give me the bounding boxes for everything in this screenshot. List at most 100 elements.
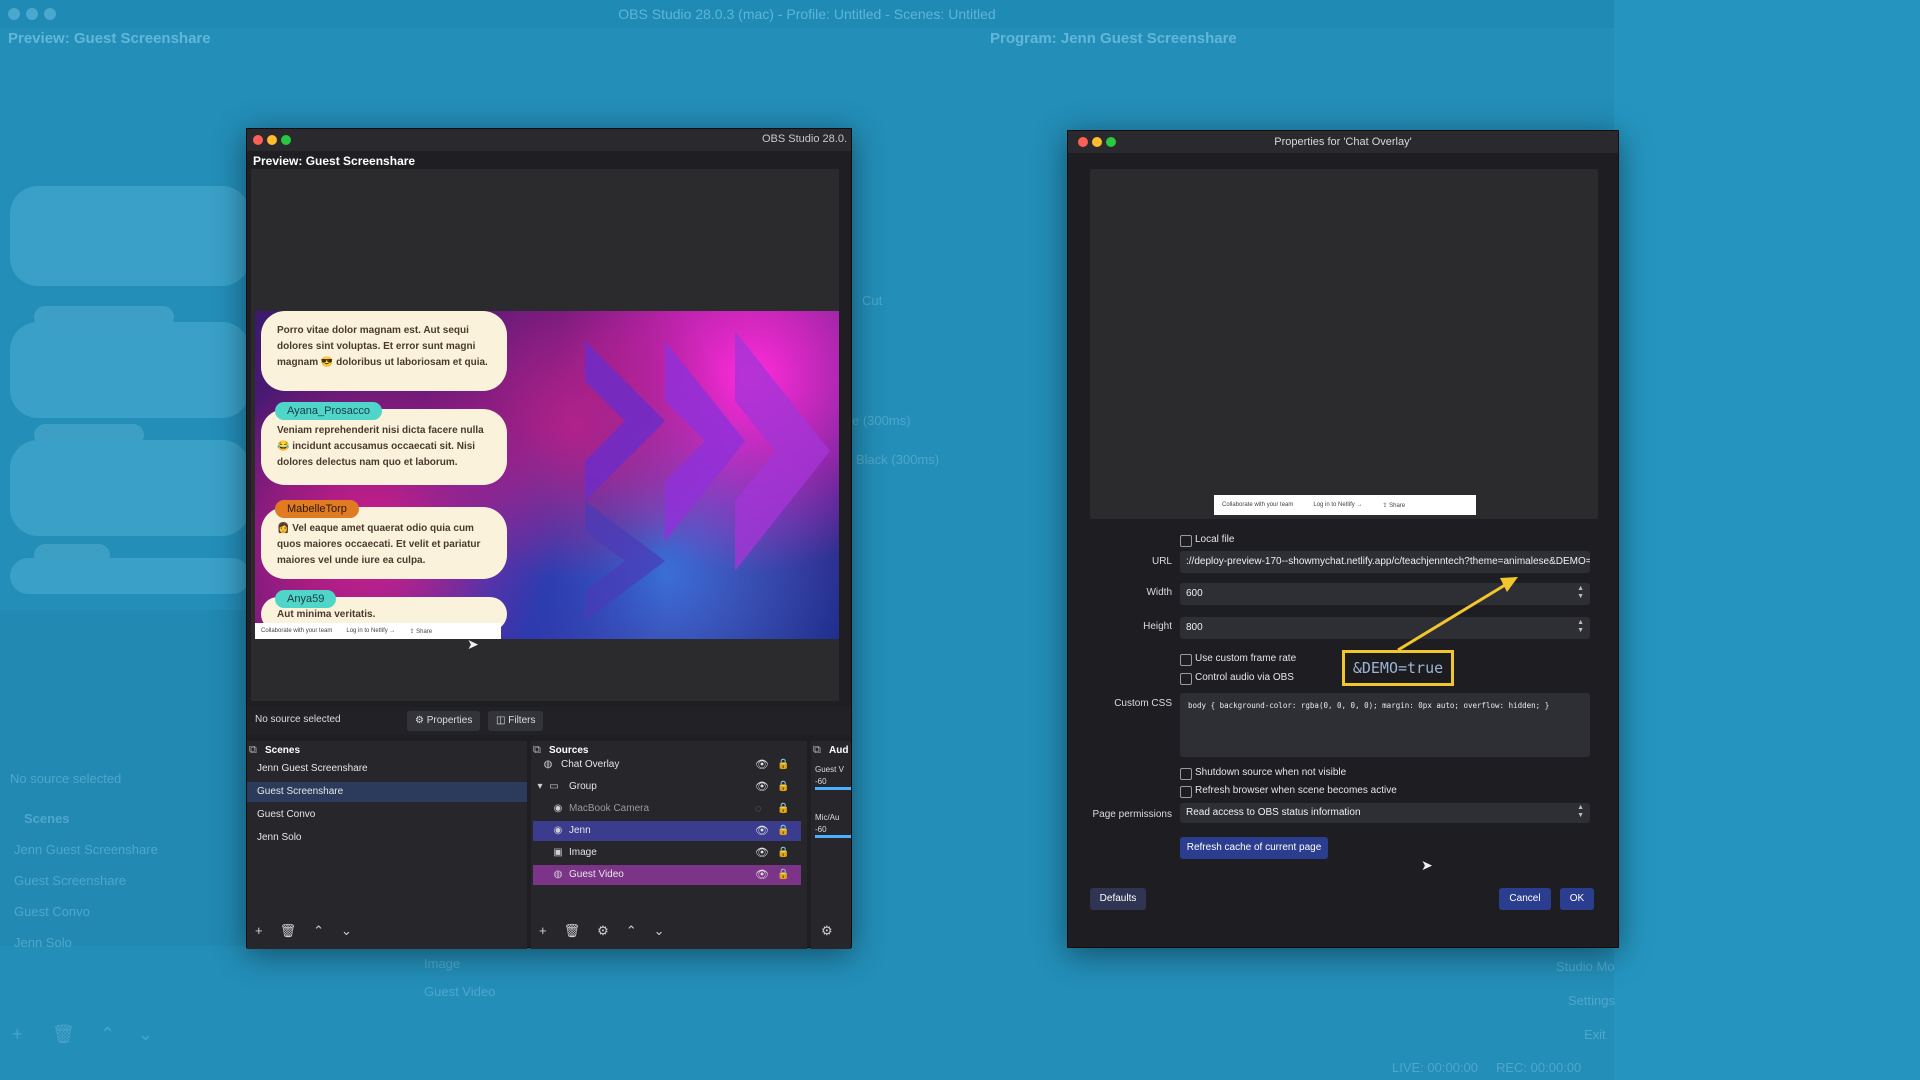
- minimize-button[interactable]: [267, 135, 277, 145]
- netlify-login-link: Log in to Netlify →: [1313, 502, 1363, 508]
- source-row[interactable]: ◍ Guest Video 👁 🔒: [533, 865, 801, 885]
- eye-icon[interactable]: 👁: [755, 755, 769, 775]
- source-row[interactable]: ◉ Jenn 👁 🔒: [533, 821, 801, 841]
- background-chat-bubble: [10, 558, 250, 594]
- mouse-cursor: ➤: [467, 636, 479, 652]
- audio-meter: [815, 787, 851, 790]
- add-icon[interactable]: +: [255, 923, 263, 938]
- dock-icon: ⧉: [249, 744, 257, 756]
- audio-header: Aud: [829, 745, 849, 756]
- page-permissions-label: Page permissions: [1092, 809, 1172, 820]
- globe-icon: ◍: [553, 869, 563, 880]
- background-settings: Settings: [1568, 993, 1615, 1008]
- eye-icon[interactable]: 👁: [755, 843, 769, 863]
- custom-fps-checkbox[interactable]: Use custom frame rate: [1180, 653, 1296, 666]
- scene-item[interactable]: Jenn Guest Screenshare: [247, 759, 527, 779]
- background-scenes-header: Scenes: [24, 811, 70, 826]
- ok-button[interactable]: OK: [1560, 888, 1594, 910]
- source-label: Group: [569, 781, 597, 792]
- height-input[interactable]: 800 ▲ ▼: [1180, 617, 1590, 639]
- source-preview: Collaborate with your team Log in to Net…: [1090, 169, 1598, 519]
- source-row[interactable]: ▾ ▭ Group 👁 🔒: [533, 777, 801, 797]
- move-up-icon[interactable]: ⌃: [313, 923, 324, 939]
- source-row[interactable]: ▣ Image 👁 🔒: [533, 843, 801, 863]
- properties-button[interactable]: ⚙ Properties: [407, 711, 481, 731]
- preview-canvas[interactable]: Porro vitae dolor magnam est. Aut sequi …: [251, 169, 839, 701]
- background-transition: e (300ms): [852, 413, 911, 428]
- audio-level: -60: [815, 825, 827, 834]
- share-button[interactable]: ⇪ Share: [409, 628, 432, 635]
- local-file-checkbox[interactable]: Local file: [1180, 534, 1234, 547]
- filters-button[interactable]: ◫ Filters: [488, 711, 544, 731]
- folder-icon: ▭: [549, 781, 559, 792]
- scenes-toolbar: + 🗑 ⌃ ⌄: [255, 923, 369, 939]
- source-row[interactable]: ◉ MacBook Camera ◌ 🔒: [533, 799, 801, 819]
- source-row[interactable]: ◍ Chat Overlay 👁 🔒: [533, 755, 801, 775]
- lock-icon[interactable]: 🔒: [777, 843, 789, 863]
- trash-icon[interactable]: 🗑: [280, 923, 297, 939]
- background-preview-label: Preview: Guest Screenshare: [8, 30, 211, 47]
- background-no-source: No source selected: [10, 771, 122, 786]
- background-add-icon: +: [12, 1024, 23, 1044]
- share-button: ⇪ Share: [1382, 502, 1406, 509]
- custom-css-input[interactable]: body { background-color: rgba(0, 0, 0, 0…: [1180, 693, 1590, 757]
- gear-icon: ⚙: [415, 715, 424, 726]
- obs-window-title: OBS Studio 28.0.: [762, 133, 847, 145]
- close-button[interactable]: [253, 135, 263, 145]
- move-up-icon[interactable]: ⌃: [626, 923, 637, 939]
- scene-item-selected[interactable]: Guest Screenshare: [247, 782, 527, 802]
- gear-icon[interactable]: ⚙: [597, 923, 609, 939]
- lock-icon[interactable]: 🔒: [777, 865, 789, 885]
- shutdown-checkbox[interactable]: Shutdown source when not visible: [1180, 767, 1346, 780]
- control-audio-checkbox[interactable]: Control audio via OBS: [1180, 672, 1294, 685]
- url-input[interactable]: ://deploy-preview-170--showmychat.netlif…: [1180, 551, 1590, 573]
- dock-icon: ⧉: [813, 744, 821, 756]
- width-input[interactable]: 600 ▲ ▼: [1180, 583, 1590, 605]
- scene-stage: Porro vitae dolor magnam est. Aut sequi …: [255, 311, 839, 639]
- eye-icon[interactable]: 👁: [755, 821, 769, 841]
- chat-message: 👩 Vel eaque amet quaerat odio quia cum q…: [277, 523, 481, 566]
- background-titlebar: OBS Studio 28.0.3 (mac) - Profile: Untit…: [0, 0, 1614, 28]
- scene-item[interactable]: Jenn Solo: [247, 828, 527, 848]
- height-label: Height: [1143, 621, 1172, 632]
- refresh-active-checkbox[interactable]: Refresh browser when scene becomes activ…: [1180, 785, 1397, 798]
- mixer-toolbar: ⚙: [821, 923, 850, 939]
- height-value: 800: [1186, 622, 1203, 633]
- move-down-icon[interactable]: ⌄: [341, 923, 352, 939]
- background-status-live: LIVE: 00:00:00: [1392, 1060, 1479, 1075]
- lock-icon[interactable]: 🔒: [777, 821, 789, 841]
- url-label: URL: [1151, 556, 1172, 567]
- sources-toolbar: + 🗑 ⚙ ⌃ ⌄: [539, 923, 682, 939]
- eye-icon[interactable]: 👁: [755, 865, 769, 885]
- netlify-login-link[interactable]: Log in to Netlify →: [346, 628, 395, 634]
- trash-icon[interactable]: 🗑: [564, 923, 581, 939]
- zoom-button[interactable]: [281, 135, 291, 145]
- eye-hidden-icon[interactable]: ◌: [755, 799, 762, 819]
- move-down-icon[interactable]: ⌄: [654, 923, 665, 939]
- defaults-button[interactable]: Defaults: [1090, 888, 1146, 910]
- globe-icon: ◍: [543, 759, 553, 770]
- properties-label: Properties: [426, 715, 473, 726]
- chevron-updown-icon: ▲ ▼: [1577, 804, 1584, 819]
- add-icon[interactable]: +: [539, 923, 547, 938]
- collaborate-link[interactable]: Collaborate with your team: [261, 628, 332, 634]
- no-source-label: No source selected: [255, 714, 341, 725]
- lock-icon[interactable]: 🔒: [777, 799, 789, 819]
- width-value: 600: [1186, 588, 1203, 599]
- chevron-down-icon[interactable]: ▾: [533, 777, 547, 797]
- preview-label: Preview: Guest Screenshare: [253, 154, 416, 168]
- lock-icon[interactable]: 🔒: [777, 777, 789, 797]
- stepper-icon[interactable]: ▲ ▼: [1577, 585, 1584, 601]
- dialog-titlebar: Properties for 'Chat Overlay': [1068, 131, 1618, 153]
- refresh-cache-button[interactable]: Refresh cache of current page: [1180, 837, 1328, 859]
- gear-icon[interactable]: ⚙: [821, 923, 833, 939]
- stepper-icon[interactable]: ▲ ▼: [1577, 619, 1584, 635]
- cancel-button[interactable]: Cancel: [1499, 888, 1551, 910]
- eye-icon[interactable]: 👁: [755, 777, 769, 797]
- lock-icon[interactable]: 🔒: [777, 755, 789, 775]
- scene-item[interactable]: Guest Convo: [247, 805, 527, 825]
- page-permissions-select[interactable]: Read access to OBS status information ▲ ▼: [1180, 803, 1590, 823]
- background-source-item: Guest Video: [424, 984, 496, 999]
- source-label: MacBook Camera: [569, 803, 650, 814]
- chat-username-chip: Anya59: [275, 590, 337, 608]
